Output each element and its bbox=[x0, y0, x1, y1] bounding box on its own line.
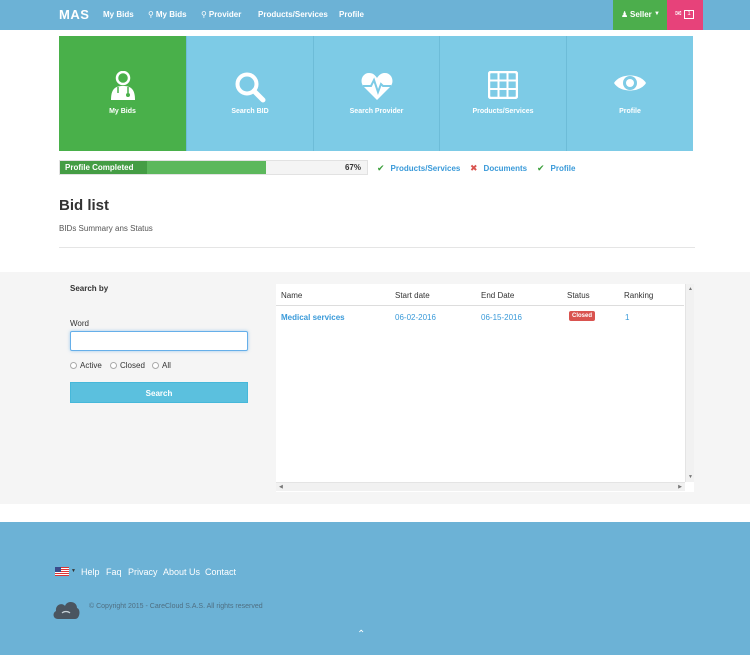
tile-label: Search Provider bbox=[349, 108, 404, 115]
search-panel: Search by Word Active Closed All Search bbox=[59, 274, 265, 414]
profile-progress-bar: Profile Completed 67% bbox=[59, 160, 368, 175]
footer-link-contact[interactable]: Contact bbox=[205, 567, 236, 577]
heartbeat-icon bbox=[361, 73, 392, 100]
page-title: Bid list bbox=[59, 197, 110, 214]
radio-closed[interactable]: Closed bbox=[110, 361, 145, 370]
tile-label: Products/Services bbox=[472, 108, 534, 115]
progress-percent: 67% bbox=[344, 163, 361, 172]
us-flag-icon[interactable] bbox=[55, 567, 69, 576]
doctor-icon bbox=[110, 71, 135, 100]
tile-label: My Bids bbox=[109, 108, 136, 115]
search-panel-title: Search by bbox=[70, 284, 109, 293]
check-icon: ✔ bbox=[537, 163, 545, 173]
footer-link-about-us[interactable]: About Us bbox=[163, 567, 200, 577]
caret-down-icon: ▼ bbox=[654, 11, 660, 17]
search-icon: ⚲ bbox=[201, 10, 207, 19]
tile-search-bid[interactable]: Search BID bbox=[186, 36, 313, 151]
cross-icon: ✖ bbox=[470, 163, 478, 173]
bid-start-date: 06-02-2016 bbox=[395, 313, 436, 322]
nav-products-services[interactable]: Products/Services bbox=[258, 10, 328, 19]
check-profile[interactable]: ✔ Profile bbox=[537, 163, 575, 174]
eye-icon bbox=[614, 75, 646, 91]
radio-label: Closed bbox=[120, 361, 145, 370]
seller-label: Seller bbox=[630, 10, 652, 19]
scroll-down-icon[interactable]: ▼ bbox=[688, 474, 693, 480]
page-subtitle: BIDs Summary ans Status bbox=[59, 224, 153, 233]
nav-products-label: Products/Services bbox=[258, 10, 328, 19]
seller-dropdown[interactable]: ♟ Seller ▼ bbox=[613, 0, 667, 30]
bids-table: Name Start date End Date Status Ranking … bbox=[276, 284, 694, 492]
scroll-right-icon[interactable]: ▶ bbox=[678, 484, 682, 490]
bid-name-link[interactable]: Medical services bbox=[281, 313, 345, 322]
search-button[interactable]: Search bbox=[70, 382, 248, 403]
user-icon: ♟ bbox=[621, 10, 629, 19]
caret-down-icon[interactable]: ▼ bbox=[71, 568, 76, 574]
column-header-start-date[interactable]: Start date bbox=[395, 291, 430, 300]
radio-icon bbox=[152, 362, 159, 369]
nav-profile[interactable]: Profile bbox=[339, 10, 364, 19]
radio-all[interactable]: All bbox=[152, 361, 171, 370]
check-label: Profile bbox=[550, 164, 576, 173]
word-label: Word bbox=[70, 319, 89, 328]
tile-label: Search BID bbox=[231, 108, 269, 115]
grid-icon bbox=[488, 71, 518, 99]
dashboard-tiles: My Bids Search BID Search Provider Produ… bbox=[59, 36, 693, 151]
column-header-status[interactable]: Status bbox=[567, 291, 590, 300]
column-header-end-date[interactable]: End Date bbox=[481, 291, 514, 300]
tile-search-provider[interactable]: Search Provider bbox=[313, 36, 439, 151]
scroll-to-top-icon[interactable]: ⌃ bbox=[357, 629, 365, 640]
scroll-left-icon[interactable]: ◀ bbox=[279, 484, 283, 490]
check-label: Products/Services bbox=[390, 164, 461, 173]
nav-provider[interactable]: ⚲ Provider bbox=[201, 10, 241, 19]
nav-my-bids-search-label: My Bids bbox=[155, 10, 187, 19]
check-icon: ✔ bbox=[377, 163, 385, 173]
message-count-badge: 1 bbox=[684, 10, 694, 19]
radio-label: Active bbox=[80, 361, 102, 370]
radio-icon bbox=[70, 362, 77, 369]
tile-profile[interactable]: Profile bbox=[566, 36, 693, 151]
check-label: Documents bbox=[483, 164, 528, 173]
check-products-services[interactable]: ✔ Products/Services bbox=[377, 163, 460, 174]
nav-my-bids[interactable]: My Bids bbox=[103, 10, 134, 19]
vertical-scrollbar[interactable]: ▲ ▼ bbox=[685, 284, 694, 482]
brand-logo[interactable]: MAS bbox=[59, 7, 89, 22]
progress-label: Profile Completed bbox=[65, 163, 134, 172]
envelope-icon: ✉ bbox=[675, 9, 682, 18]
footer-link-faq[interactable]: Faq bbox=[106, 567, 122, 577]
nav-my-bids-label: My Bids bbox=[103, 10, 134, 19]
nav-provider-label: Provider bbox=[208, 10, 242, 19]
status-badge: Closed bbox=[569, 311, 596, 321]
bid-end-date: 06-15-2016 bbox=[481, 313, 522, 322]
column-header-name[interactable]: Name bbox=[281, 291, 302, 300]
tile-products-services[interactable]: Products/Services bbox=[439, 36, 566, 151]
tile-label: Profile bbox=[619, 108, 641, 115]
top-navbar: MAS My Bids ⚲ My Bids ⚲ Provider Products/… bbox=[0, 0, 750, 30]
column-header-ranking[interactable]: Ranking bbox=[624, 291, 653, 300]
scroll-up-icon[interactable]: ▲ bbox=[688, 286, 693, 292]
check-documents[interactable]: ✖ Documents bbox=[470, 163, 527, 174]
footer: ▼ Help Faq Privacy About Us Contact © Co… bbox=[0, 522, 750, 655]
search-icon bbox=[235, 72, 266, 103]
radio-active[interactable]: Active bbox=[70, 361, 102, 370]
nav-my-bids-search[interactable]: ⚲ My Bids bbox=[148, 10, 187, 19]
word-search-input[interactable] bbox=[70, 331, 248, 351]
messages-button[interactable]: ✉ 1 bbox=[667, 0, 703, 30]
divider bbox=[59, 247, 695, 248]
footer-link-help[interactable]: Help bbox=[81, 567, 100, 577]
copyright-text: © Copyright 2015 - CareCloud S.A.S. All … bbox=[89, 603, 263, 610]
header-divider bbox=[276, 305, 684, 306]
cloud-logo-icon bbox=[53, 602, 80, 619]
horizontal-scrollbar[interactable]: ◀ ▶ bbox=[276, 482, 685, 491]
nav-profile-label: Profile bbox=[339, 10, 364, 19]
radio-icon bbox=[110, 362, 117, 369]
tile-my-bids[interactable]: My Bids bbox=[59, 36, 186, 151]
footer-link-privacy[interactable]: Privacy bbox=[128, 567, 158, 577]
search-icon: ⚲ bbox=[148, 10, 154, 19]
bid-ranking: 1 bbox=[625, 313, 630, 322]
radio-label: All bbox=[162, 361, 171, 370]
